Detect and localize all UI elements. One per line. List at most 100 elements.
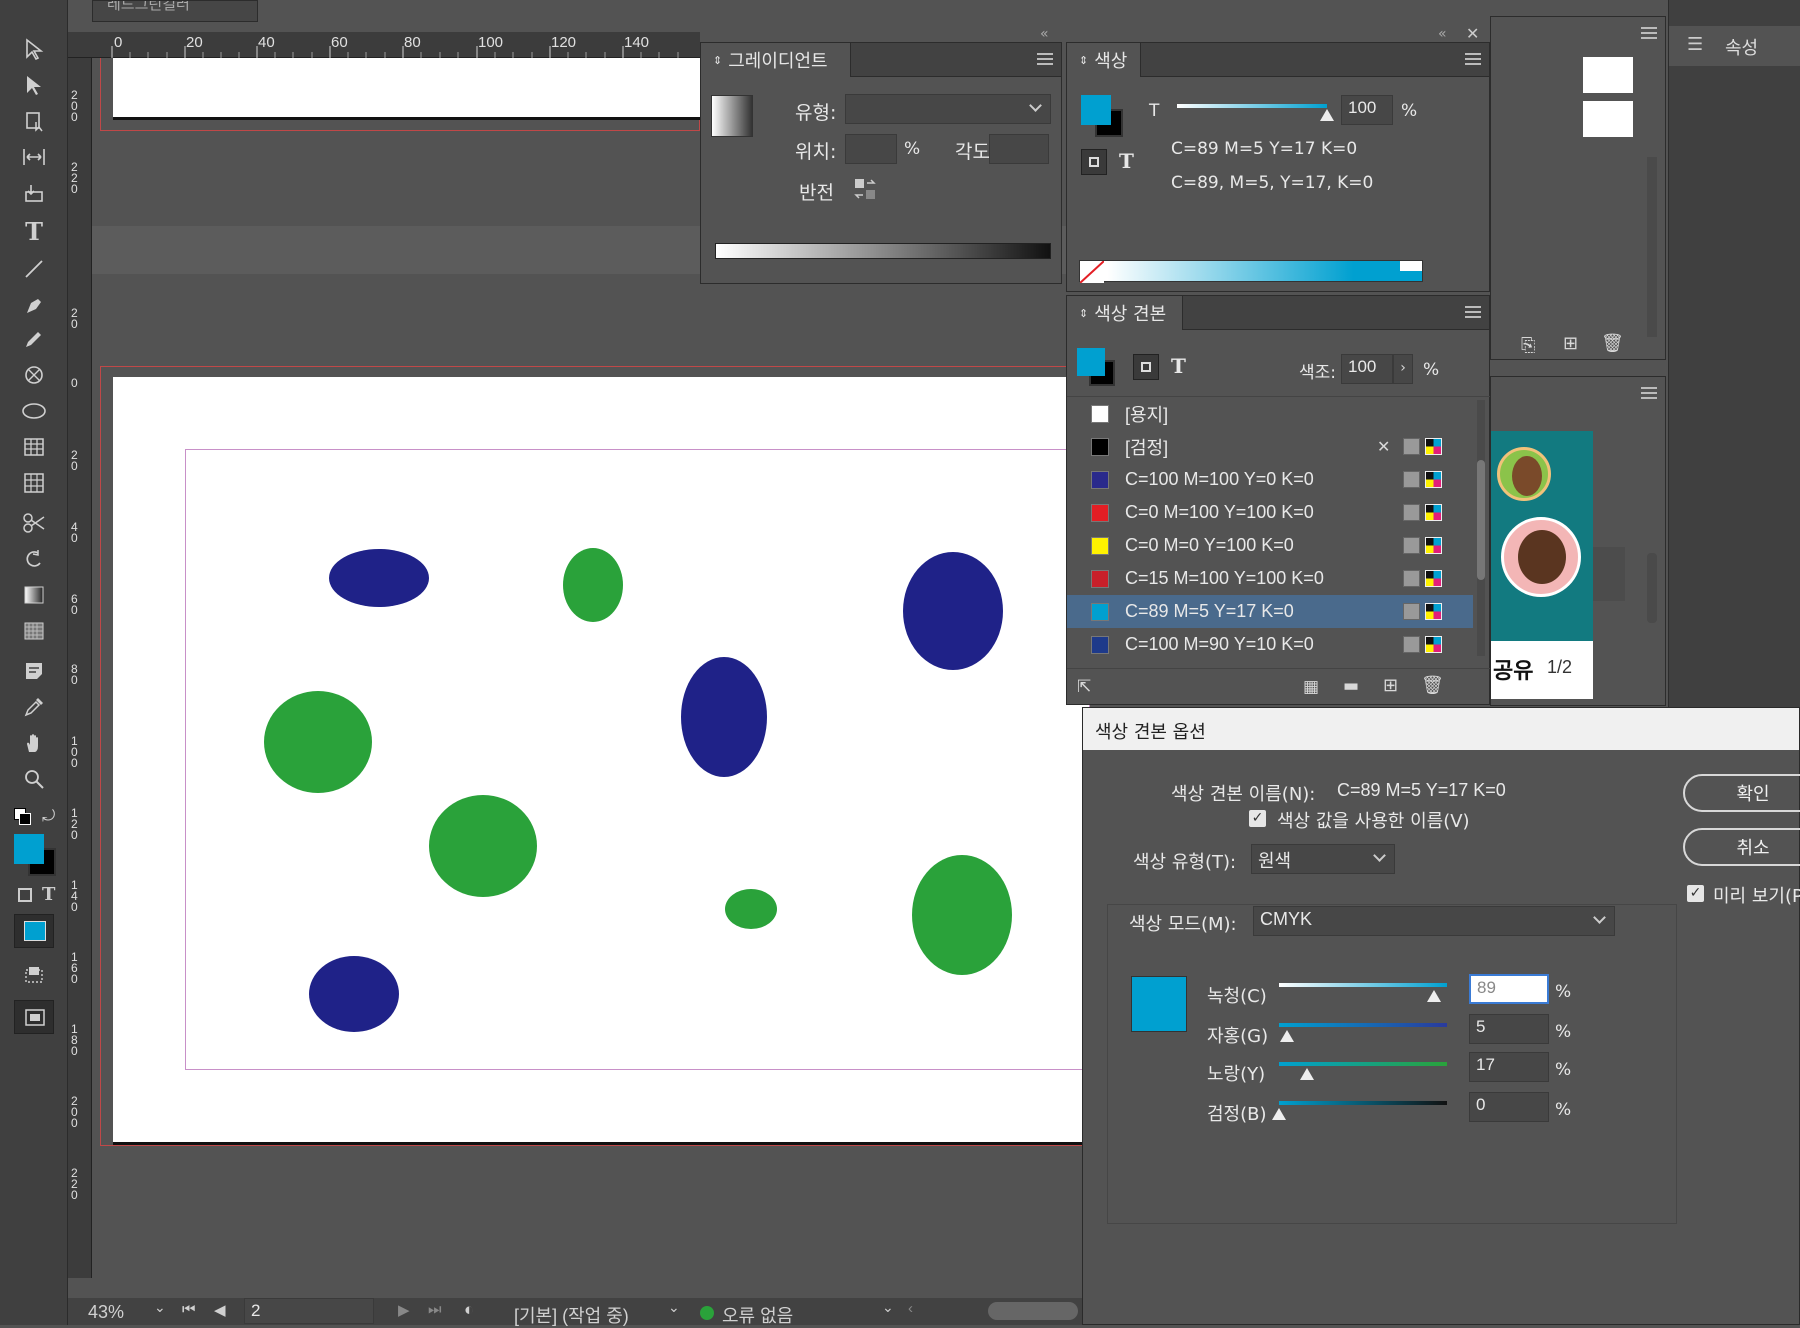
yellow-slider-thumb[interactable] — [1300, 1068, 1314, 1080]
horizontal-scrollbar[interactable] — [988, 1302, 1078, 1320]
cyan-input[interactable]: 89 — [1469, 974, 1549, 1004]
pen-tool-icon[interactable] — [14, 288, 54, 322]
ellipse-tool-icon[interactable] — [14, 394, 54, 428]
library-asset-card[interactable] — [1491, 431, 1593, 641]
formatting-text-icon[interactable]: T — [1119, 149, 1134, 173]
scroll-left-icon[interactable]: ‹ — [908, 1300, 913, 1317]
panel-menu-icon[interactable] — [1465, 53, 1481, 65]
preflight-profile[interactable]: [기본] (작업 중) — [514, 1302, 629, 1328]
open-document-icon[interactable]: ◐ — [464, 1300, 474, 1320]
apply-color-button[interactable] — [14, 914, 54, 948]
yellow-input[interactable]: 17 — [1469, 1052, 1549, 1082]
page-thumbnail[interactable] — [1583, 57, 1633, 93]
pages-scrollbar[interactable] — [1647, 157, 1657, 337]
preflight-errors[interactable]: 오류 없음 — [722, 1302, 793, 1328]
last-page-icon[interactable]: ⏭ — [428, 1301, 442, 1318]
gradient-feather-tool-icon[interactable] — [14, 614, 54, 648]
line-tool-icon[interactable] — [14, 252, 54, 286]
panel-menu-icon[interactable] — [1037, 53, 1053, 65]
panel-menu-icon[interactable] — [1641, 27, 1657, 39]
color-mode-select[interactable]: CMYK — [1253, 906, 1615, 936]
swatch-list-scrollbar[interactable] — [1477, 400, 1485, 656]
page-tool-icon[interactable] — [14, 104, 54, 138]
swatch-item[interactable]: C=100 M=100 Y=0 K=0 — [1067, 463, 1473, 496]
zoom-tool-icon[interactable] — [14, 762, 54, 796]
table-tool-icon[interactable] — [14, 430, 54, 464]
panel-menu-icon[interactable] — [1641, 387, 1657, 399]
swatch-item[interactable]: C=15 M=100 Y=100 K=0 — [1067, 562, 1473, 595]
scrollbar-thumb[interactable] — [1477, 460, 1485, 580]
swatch-item[interactable]: C=0 M=0 Y=100 K=0 — [1067, 529, 1473, 562]
horizontal-ruler[interactable]: 0 20 40 60 80 100 120 140 — [68, 32, 700, 58]
tint-input[interactable]: 100 — [1341, 354, 1393, 384]
swatch-item-selected[interactable]: C=89 M=5 Y=17 K=0 — [1067, 595, 1473, 628]
page-1[interactable] — [113, 58, 700, 120]
pencil-tool-icon[interactable] — [14, 322, 54, 356]
show-swatch-kinds-icon[interactable]: ⇱ — [1077, 677, 1091, 697]
previous-page-icon[interactable]: ◀ — [214, 1301, 226, 1319]
close-icon[interactable]: ✕ — [1466, 24, 1479, 43]
swatch-item[interactable]: C=100 M=90 Y=10 K=0 — [1067, 628, 1473, 661]
next-page-icon[interactable]: ▶ — [398, 1301, 410, 1319]
folder-icon[interactable]: ▬ — [1343, 676, 1359, 696]
new-page-icon[interactable]: ⊞ — [1563, 333, 1578, 354]
gradient-type-select[interactable] — [845, 94, 1051, 124]
eyedropper-tool-icon[interactable] — [14, 690, 54, 724]
first-page-icon[interactable]: ⏮ — [182, 1301, 196, 1318]
scissors-tool-icon[interactable] — [14, 506, 54, 540]
page-number-field[interactable]: 2 — [244, 1298, 374, 1324]
collapse-icon[interactable]: « — [1040, 26, 1049, 42]
normal-view-icon[interactable] — [14, 958, 54, 992]
swatches-panel-tab[interactable]: ⇕ 색상 견본 — [1067, 296, 1183, 330]
delete-swatch-icon[interactable]: 🗑 — [1421, 675, 1444, 696]
preview-checkbox[interactable]: ✓ — [1687, 885, 1704, 902]
magenta-slider-track[interactable] — [1279, 1023, 1447, 1027]
tint-slider-thumb[interactable] — [1320, 109, 1334, 121]
formatting-container-icon[interactable] — [18, 888, 32, 902]
gradient-position-input[interactable] — [845, 134, 897, 164]
magenta-input[interactable]: 5 — [1469, 1014, 1549, 1044]
grid-tool-icon[interactable] — [14, 466, 54, 500]
properties-tab[interactable]: ☰ 속성 — [1669, 26, 1800, 66]
zoom-level[interactable]: 43% — [88, 1302, 124, 1323]
color-type-select[interactable]: 원색 — [1251, 844, 1395, 874]
type-tool-icon[interactable]: T — [14, 214, 54, 248]
gradient-panel-tab[interactable]: ⇕ 그레이디언트 — [701, 43, 851, 77]
fill-stroke-proxy[interactable] — [1077, 348, 1117, 388]
formatting-text-icon[interactable]: T — [1171, 354, 1186, 378]
name-with-value-checkbox[interactable]: ✓ — [1249, 810, 1266, 827]
libraries-scrollbar[interactable] — [1647, 553, 1657, 623]
formatting-text-icon[interactable]: T — [42, 884, 55, 905]
black-slider-track[interactable] — [1279, 1101, 1447, 1105]
chevron-down-icon[interactable]: ⌄ — [154, 1299, 166, 1316]
swatch-item[interactable]: [용지] — [1067, 397, 1473, 430]
page-2[interactable] — [113, 377, 1090, 1145]
tint-input[interactable]: 100 — [1341, 95, 1393, 125]
tint-stepper-icon[interactable]: › — [1393, 354, 1413, 384]
fill-stroke-proxy[interactable] — [14, 834, 58, 878]
swap-fill-stroke-icon[interactable]: ⤾ — [42, 806, 55, 826]
swatch-item[interactable]: C=0 M=100 Y=100 K=0 — [1067, 496, 1473, 529]
chevron-down-icon[interactable]: ⌄ — [882, 1299, 894, 1316]
chevron-down-icon[interactable]: ⌄ — [668, 1299, 680, 1316]
screen-mode-button[interactable] — [14, 1000, 54, 1034]
vertical-ruler[interactable]: 2 0 0 2 2 0 2 0 0 2 0 4 0 6 0 8 0 1 0 0 … — [68, 58, 92, 1278]
library-asset-caption[interactable]: 공유 1/2 — [1491, 641, 1593, 699]
document-tab[interactable]: 레드그린컬러 — [92, 0, 258, 22]
collapse-icon[interactable]: « — [1438, 26, 1447, 42]
fill-stroke-proxy[interactable] — [1081, 95, 1125, 139]
content-collector-tool-icon[interactable] — [14, 176, 54, 210]
default-fill-stroke-icon[interactable] — [14, 808, 32, 826]
selection-tool-icon[interactable] — [14, 32, 54, 66]
reverse-gradient-icon[interactable] — [853, 177, 877, 201]
gap-tool-icon[interactable] — [14, 140, 54, 174]
rectangle-frame-tool-icon[interactable] — [14, 358, 54, 392]
direct-selection-tool-icon[interactable] — [14, 68, 54, 102]
page-thumbnail[interactable] — [1583, 101, 1633, 137]
gradient-swatch-tool-icon[interactable] — [14, 578, 54, 612]
edit-page-size-icon[interactable]: ⎘ — [1521, 335, 1535, 356]
color-spectrum[interactable] — [1079, 260, 1423, 283]
ok-button[interactable]: 확인 — [1683, 774, 1800, 812]
delete-page-icon[interactable]: 🗑 — [1601, 333, 1624, 354]
rotate-tool-icon[interactable] — [14, 542, 54, 576]
